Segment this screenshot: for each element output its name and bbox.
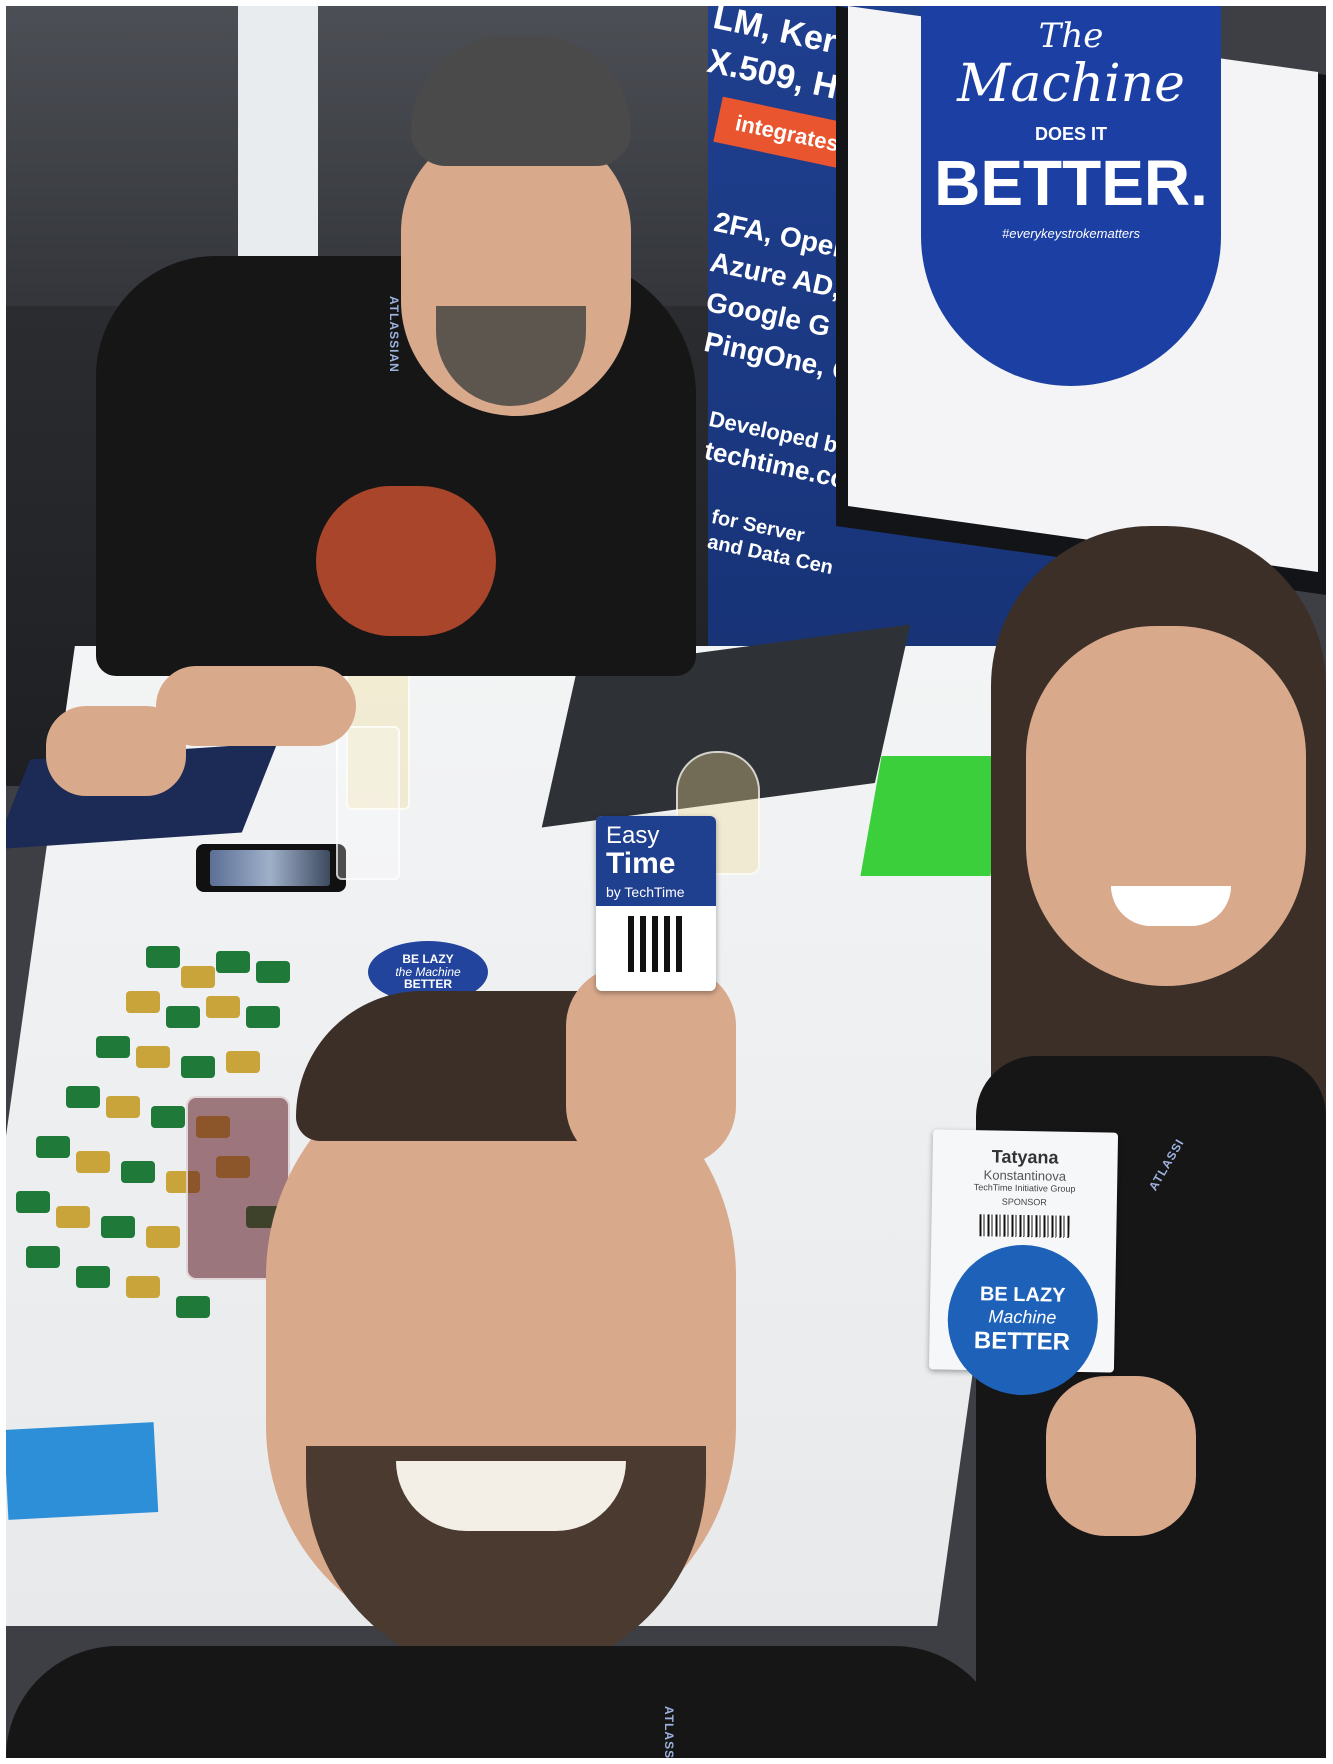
- candy: [246, 1006, 280, 1028]
- sticker-line-1: BE LAZY: [402, 952, 454, 967]
- lanyard-bottom: ATLASSIAN: [662, 1706, 676, 1758]
- candy: [106, 1096, 140, 1118]
- candy: [176, 1296, 210, 1318]
- candy: [146, 1226, 180, 1248]
- name-badge: Tatyana Konstantinova TechTime Initiativ…: [928, 1129, 1119, 1397]
- man-front-shirt: [6, 1646, 1006, 1758]
- man-front-smile: [396, 1461, 626, 1531]
- phone-screen: [210, 850, 330, 886]
- candy: [126, 1276, 160, 1298]
- badge-logo-line-3: BETTER: [973, 1327, 1071, 1356]
- card-title-2: Time: [606, 847, 676, 880]
- man-front-hand: [566, 966, 736, 1166]
- easy-time-card: Easy Time by TechTime: [596, 816, 716, 991]
- screen-logo-circle: The Machine DOES IT BETTER. #everykeystr…: [921, 6, 1221, 386]
- woman-face: [1026, 626, 1306, 986]
- card-title-1: Easy: [606, 822, 660, 849]
- candy: [36, 1136, 70, 1158]
- badge-logo-line-2: Machine: [988, 1306, 1057, 1328]
- blue-business-card: [6, 1422, 159, 1520]
- green-tablet-cover: [860, 756, 1012, 876]
- badge-company: TechTime Initiative Group: [973, 1182, 1076, 1194]
- candy: [76, 1266, 110, 1288]
- water-glass: [336, 726, 400, 880]
- woman-hand: [1046, 1376, 1196, 1536]
- white-pillar: [238, 6, 318, 256]
- lanyard-left: ATLASSIAN: [387, 296, 401, 373]
- candy: [26, 1246, 60, 1268]
- card-header: Easy Time by TechTime: [596, 816, 716, 906]
- candy: [66, 1086, 100, 1108]
- candy: [121, 1161, 155, 1183]
- badge-role: SPONSOR: [1001, 1196, 1047, 1208]
- candy: [136, 1046, 170, 1068]
- card-byline: by TechTime: [606, 883, 685, 900]
- badge-barcode: [978, 1214, 1070, 1238]
- man-background-hand-right: [156, 666, 356, 746]
- screen-line-2: Machine: [957, 54, 1185, 114]
- candy: [181, 1056, 215, 1078]
- badge-logo-line-1: BE LAZY: [979, 1283, 1066, 1307]
- candy: [96, 1036, 130, 1058]
- candy: [56, 1206, 90, 1228]
- candy: [76, 1151, 110, 1173]
- candy: [226, 1051, 260, 1073]
- candy: [16, 1191, 50, 1213]
- candy: [166, 1006, 200, 1028]
- screen-line-3: DOES IT: [1034, 124, 1107, 144]
- candy: [146, 946, 180, 968]
- qr-code: [628, 915, 684, 972]
- smartphone: [196, 844, 346, 892]
- sticker-line-3: BETTER: [404, 977, 452, 992]
- screen-line-4: BETTER.: [934, 147, 1208, 219]
- candy: [101, 1216, 135, 1238]
- screen-hashtag: #everykeystrokematters: [1002, 226, 1140, 241]
- candy: [151, 1106, 185, 1128]
- candy: [181, 966, 215, 988]
- candy: [216, 951, 250, 973]
- candy: [126, 991, 160, 1013]
- tshirt-print: [316, 486, 496, 636]
- candy: [256, 961, 290, 983]
- selfie-photo: LM, Kerberos, X.509, HTTP head integrate…: [6, 6, 1326, 1758]
- screen-line-1: The: [1038, 16, 1104, 56]
- candy: [206, 996, 240, 1018]
